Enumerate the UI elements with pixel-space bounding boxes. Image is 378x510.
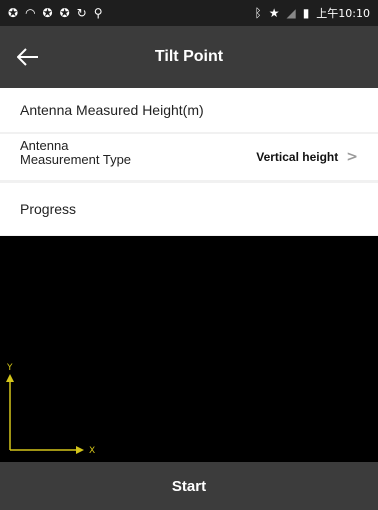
battery-icon: ▮ [302, 6, 310, 20]
star-icon: ★ [268, 6, 280, 20]
bluetooth-icon: ᛒ [254, 6, 262, 20]
location-pin-icon: ⚲ [93, 6, 103, 20]
tilt-canvas: Y X [0, 236, 378, 462]
signal-off-icon: ◢ [286, 6, 296, 20]
chevron-right-icon: > [346, 149, 358, 165]
app-bar: Tilt Point [0, 26, 378, 88]
antenna-height-label: Antenna Measured Height(m) [20, 102, 204, 118]
antenna-height-row[interactable]: Antenna Measured Height(m) [0, 88, 378, 132]
x-axis-label: X [89, 446, 95, 456]
x-arrowhead [76, 446, 84, 454]
measurement-type-label: Antenna Measurement Type [20, 138, 132, 167]
status-right-icons: ᛒ ★ ◢ ▮ 上午10:10 [254, 5, 370, 21]
y-arrowhead [6, 374, 14, 382]
wifi-icon: ◠ [25, 6, 36, 20]
progress-row: Progress [0, 183, 378, 235]
app-icon: ✪ [8, 6, 19, 20]
app-icon: ✪ [59, 6, 70, 20]
status-time: 上午10:10 [316, 7, 370, 20]
page-title: Tilt Point [154, 48, 224, 65]
app-icon: ✪ [42, 6, 53, 20]
y-axis-label: Y [6, 363, 13, 373]
status-left-icons: ✪ ◠ ✪ ✪ ↻ ⚲ [8, 7, 103, 19]
status-bar: ✪ ◠ ✪ ✪ ↻ ⚲ ᛒ ★ ◢ ▮ 上午10:10 [0, 0, 378, 26]
form-area: Antenna Measured Height(m) Antenna Measu… [0, 88, 378, 236]
start-button[interactable]: Start [0, 462, 378, 510]
progress-label: Progress [20, 201, 77, 217]
axes-diagram: Y X [6, 363, 95, 456]
start-button-label: Start [171, 477, 207, 495]
sync-icon: ↻ [76, 6, 87, 20]
measurement-type-selector[interactable]: Vertical height > [256, 149, 358, 165]
measurement-type-value: Vertical height [256, 150, 339, 164]
measurement-type-row[interactable]: Antenna Measurement Type Vertical height… [0, 134, 378, 180]
